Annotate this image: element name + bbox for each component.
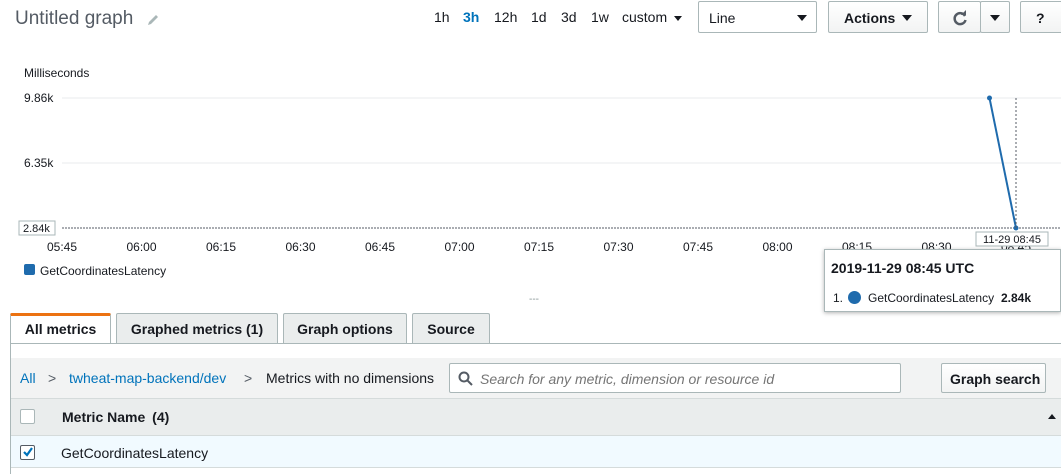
- row-checkbox[interactable]: [20, 445, 35, 460]
- breadcrumb-namespace[interactable]: twheat-map-backend/dev: [69, 370, 226, 386]
- tab-all-metrics[interactable]: All metrics: [10, 313, 111, 344]
- metric-name-cell: GetCoordinatesLatency: [61, 445, 209, 461]
- y-tick-label: 2.84k: [23, 223, 50, 235]
- x-tick-label: 06:00: [126, 240, 156, 254]
- actions-label: Actions: [844, 10, 896, 26]
- tab-graphed-metrics[interactable]: Graphed metrics (1): [116, 313, 278, 343]
- tooltip-index: 1.: [833, 291, 844, 305]
- legend-item[interactable]: GetCoordinatesLatency: [40, 264, 166, 278]
- tab-graph-options[interactable]: Graph options: [283, 313, 407, 343]
- breadcrumb-all[interactable]: All: [20, 370, 36, 386]
- help-label: ?: [1036, 10, 1045, 26]
- chevron-down-icon: [674, 15, 683, 21]
- help-button[interactable]: ?: [1020, 1, 1061, 33]
- column-header-count: (4): [152, 409, 170, 425]
- search-icon: [458, 371, 473, 386]
- x-hover-label: 11-29 08:45: [983, 234, 1041, 246]
- data-point: [987, 95, 992, 101]
- pencil-icon[interactable]: [146, 13, 160, 27]
- graph-title: Untitled graph: [15, 8, 134, 29]
- x-tick-label: 07:30: [603, 240, 633, 254]
- range-1d[interactable]: 1d: [531, 9, 547, 25]
- resize-handle[interactable]: ---: [529, 294, 539, 305]
- range-1h[interactable]: 1h: [434, 9, 450, 25]
- x-tick-label: 07:45: [683, 240, 713, 254]
- actions-button[interactable]: Actions: [828, 1, 928, 33]
- tooltip-swatch: [848, 291, 861, 304]
- column-header-label: Metric Name: [62, 409, 146, 425]
- range-3h[interactable]: 3h: [463, 9, 479, 25]
- chart-type-select[interactable]: Line: [698, 1, 817, 33]
- breadcrumb-separator: >: [244, 370, 253, 386]
- y-tick-label: 9.86k: [24, 91, 54, 105]
- select-all-checkbox[interactable]: [20, 409, 35, 424]
- x-tick-label: 06:15: [206, 240, 236, 254]
- chevron-down-icon: [797, 15, 807, 21]
- custom-label: custom: [622, 9, 668, 25]
- chart-type-value: Line: [709, 10, 736, 26]
- graph-search-label: Graph search: [950, 371, 1041, 387]
- x-tick-label: 05:45: [47, 240, 77, 254]
- range-12h[interactable]: 12h: [494, 9, 517, 25]
- search-box[interactable]: [449, 363, 901, 393]
- column-header-metric-name[interactable]: Metric Name (4): [62, 409, 169, 425]
- breadcrumb-current: Metrics with no dimensions: [266, 370, 435, 386]
- y-tick-label: 6.35k: [24, 156, 54, 170]
- checkmark-icon: [23, 447, 33, 457]
- refresh-icon: [953, 10, 967, 26]
- refresh-options-button[interactable]: [980, 1, 1010, 33]
- latency-chart: 9.86k 6.35k 2.84k 05:45 06:00 06:15 06:30 06:4…: [18, 91, 1061, 254]
- x-tick-label: 06:45: [365, 240, 395, 254]
- legend-swatch: [24, 264, 35, 275]
- x-tick-label: 08:00: [762, 240, 792, 254]
- chevron-down-icon: [990, 15, 1000, 21]
- tooltip-metric: GetCoordinatesLatency: [868, 291, 995, 305]
- refresh-button[interactable]: [938, 1, 981, 33]
- chevron-down-icon: [902, 15, 912, 21]
- data-tooltip: 2019-11-29 08:45 UTC 1. GetCoordinatesLa…: [824, 249, 1061, 312]
- tooltip-value: 2.84k: [1001, 291, 1032, 305]
- range-3d[interactable]: 3d: [561, 9, 577, 25]
- x-tick-label: 06:30: [285, 240, 315, 254]
- search-input[interactable]: [478, 368, 892, 390]
- range-1w[interactable]: 1w: [591, 9, 609, 25]
- range-custom[interactable]: custom: [622, 9, 683, 25]
- sort-ascending-icon[interactable]: [1047, 412, 1057, 420]
- tab-source[interactable]: Source: [412, 313, 490, 343]
- x-tick-label: 07:00: [444, 240, 474, 254]
- breadcrumb-separator: >: [48, 370, 57, 386]
- tooltip-time: 2019-11-29 08:45 UTC: [831, 260, 975, 276]
- x-tick-label: 07:15: [524, 240, 554, 254]
- y-axis-label: Milliseconds: [24, 66, 90, 80]
- graph-search-button[interactable]: Graph search: [941, 363, 1046, 393]
